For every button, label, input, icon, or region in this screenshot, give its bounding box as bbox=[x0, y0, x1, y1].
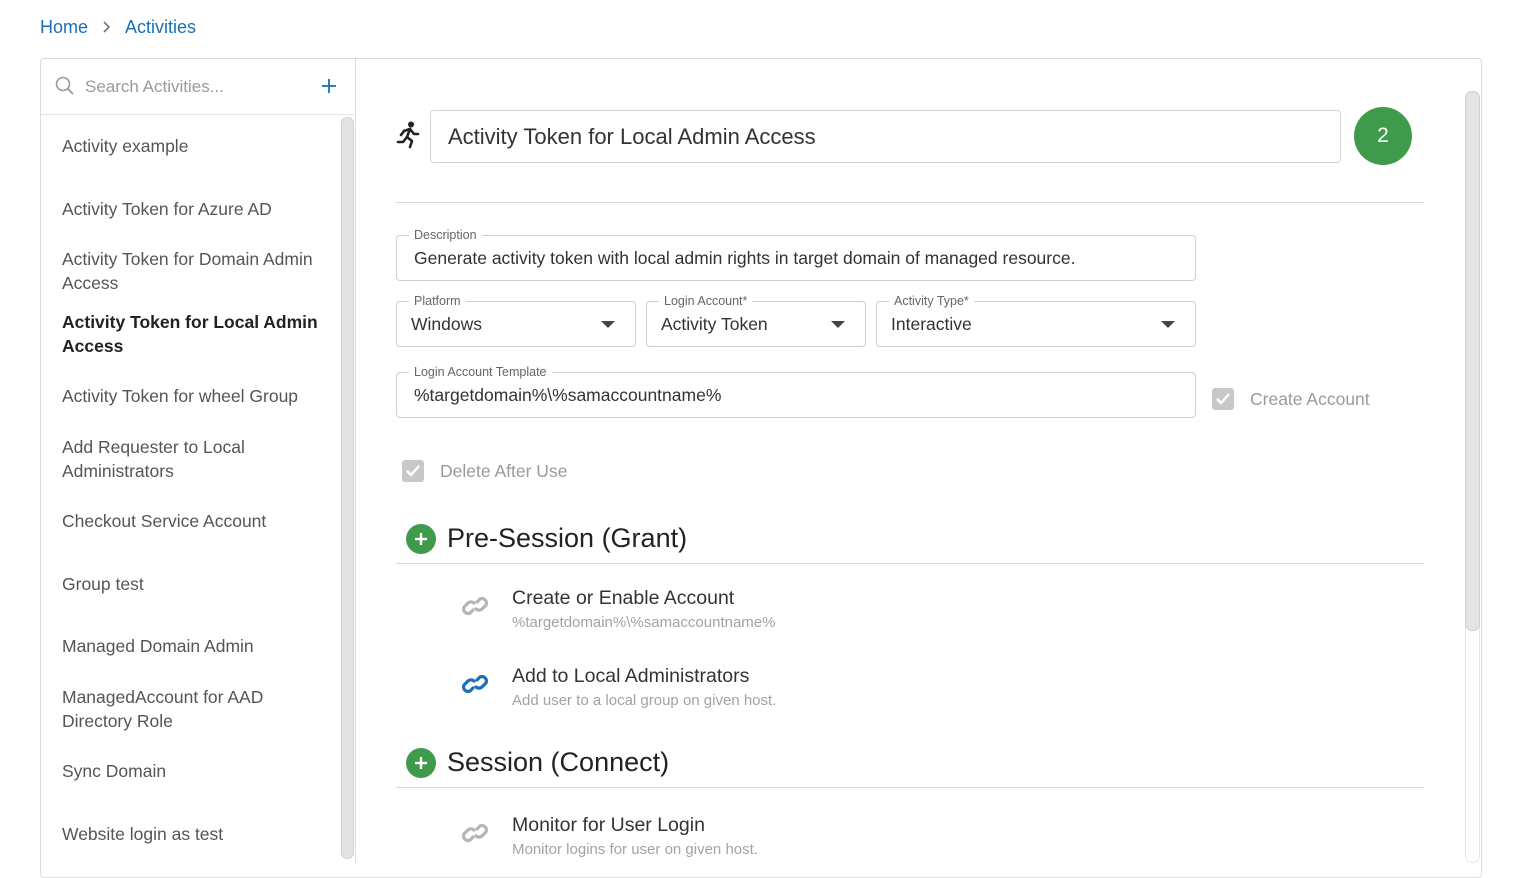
breadcrumb-home-link[interactable]: Home bbox=[40, 17, 88, 38]
list-item[interactable]: Managed Domain Admin bbox=[62, 634, 332, 658]
link-icon bbox=[461, 822, 489, 849]
main-scrollbar[interactable] bbox=[1465, 91, 1480, 631]
list-item[interactable]: Group test bbox=[62, 572, 332, 596]
session-section-header: Session (Connect) bbox=[406, 747, 669, 778]
link-icon bbox=[461, 595, 489, 622]
description-value: Generate activity token with local admin… bbox=[414, 248, 1076, 268]
list-item[interactable]: Checkout Service Account bbox=[62, 509, 332, 533]
login-account-template-field[interactable]: Login Account Template %targetdomain%\%s… bbox=[396, 364, 1196, 418]
sidebar: Activity example Activity Token for Azur… bbox=[41, 59, 356, 863]
add-activity-icon[interactable] bbox=[320, 77, 338, 100]
search-bar bbox=[41, 59, 356, 115]
activity-type-select[interactable]: Activity Type* Interactive bbox=[876, 293, 1196, 347]
search-input[interactable] bbox=[83, 73, 303, 101]
login-account-label: Login Account* bbox=[659, 293, 753, 309]
checkmark-icon bbox=[1212, 388, 1234, 410]
add-pre-session-step-icon[interactable] bbox=[406, 523, 436, 554]
pre-session-title: Pre-Session (Grant) bbox=[447, 523, 688, 553]
search-icon bbox=[55, 76, 75, 101]
platform-value: Windows bbox=[411, 314, 482, 334]
divider bbox=[396, 202, 1424, 203]
list-item[interactable]: Activity Token for wheel Group bbox=[62, 384, 332, 408]
step-title[interactable]: Add to Local Administrators bbox=[512, 665, 749, 688]
activities-panel: Activity example Activity Token for Azur… bbox=[40, 58, 1482, 878]
login-account-select[interactable]: Login Account* Activity Token bbox=[646, 293, 866, 347]
create-account-checkbox[interactable]: Create Account bbox=[1212, 388, 1370, 410]
delete-after-use-label: Delete After Use bbox=[440, 460, 568, 481]
step-subtitle: Monitor logins for user on given host. bbox=[512, 841, 758, 858]
step-title[interactable]: Create or Enable Account bbox=[512, 587, 734, 610]
caret-down-icon bbox=[601, 321, 615, 328]
session-title: Session (Connect) bbox=[447, 747, 670, 777]
list-item[interactable]: Sync Domain bbox=[62, 759, 332, 783]
step-title[interactable]: Monitor for User Login bbox=[512, 814, 705, 837]
login-account-value: Activity Token bbox=[661, 314, 768, 334]
sidebar-scrollbar[interactable] bbox=[341, 117, 354, 859]
add-session-step-icon[interactable] bbox=[406, 747, 436, 778]
breadcrumb-current-link[interactable]: Activities bbox=[125, 17, 196, 38]
divider bbox=[396, 787, 1424, 788]
platform-select[interactable]: Platform Windows bbox=[396, 293, 636, 347]
list-item[interactable]: Add Requester to Local Administrators bbox=[62, 435, 332, 483]
delete-after-use-checkbox[interactable]: Delete After Use bbox=[402, 460, 567, 482]
pre-session-section-header: Pre-Session (Grant) bbox=[406, 523, 687, 554]
list-item[interactable]: Website login as test bbox=[62, 822, 332, 846]
list-item[interactable]: Activity example bbox=[62, 134, 332, 158]
step-subtitle: Add user to a local group on given host. bbox=[512, 692, 777, 709]
activity-title-input[interactable] bbox=[430, 110, 1341, 163]
login-account-template-label: Login Account Template bbox=[409, 364, 552, 380]
list-item[interactable]: Activity Token for Domain Admin Access bbox=[62, 247, 332, 295]
step-subtitle: %targetdomain%\%samaccountname% bbox=[512, 614, 776, 631]
running-person-icon bbox=[395, 121, 421, 154]
caret-down-icon bbox=[1161, 321, 1175, 328]
create-account-label: Create Account bbox=[1250, 388, 1370, 409]
login-account-template-value: %targetdomain%\%samaccountname% bbox=[414, 385, 722, 405]
chevron-right-icon bbox=[102, 20, 111, 34]
divider bbox=[396, 563, 1424, 564]
list-item[interactable]: Activity Token for Azure AD bbox=[62, 197, 332, 221]
platform-label: Platform bbox=[409, 293, 466, 309]
description-field[interactable]: Description Generate activity token with… bbox=[396, 227, 1196, 281]
list-item[interactable]: ManagedAccount for AAD Directory Role bbox=[62, 685, 332, 733]
link-icon bbox=[461, 673, 489, 700]
list-item-selected[interactable]: Activity Token for Local Admin Access bbox=[62, 310, 332, 358]
checkmark-icon bbox=[402, 460, 424, 482]
description-label: Description bbox=[409, 227, 482, 243]
activity-type-value: Interactive bbox=[891, 314, 972, 334]
step-count-badge: 2 bbox=[1354, 107, 1412, 165]
breadcrumb: Home Activities bbox=[40, 14, 196, 40]
activity-type-label: Activity Type* bbox=[889, 293, 974, 309]
caret-down-icon bbox=[831, 321, 845, 328]
